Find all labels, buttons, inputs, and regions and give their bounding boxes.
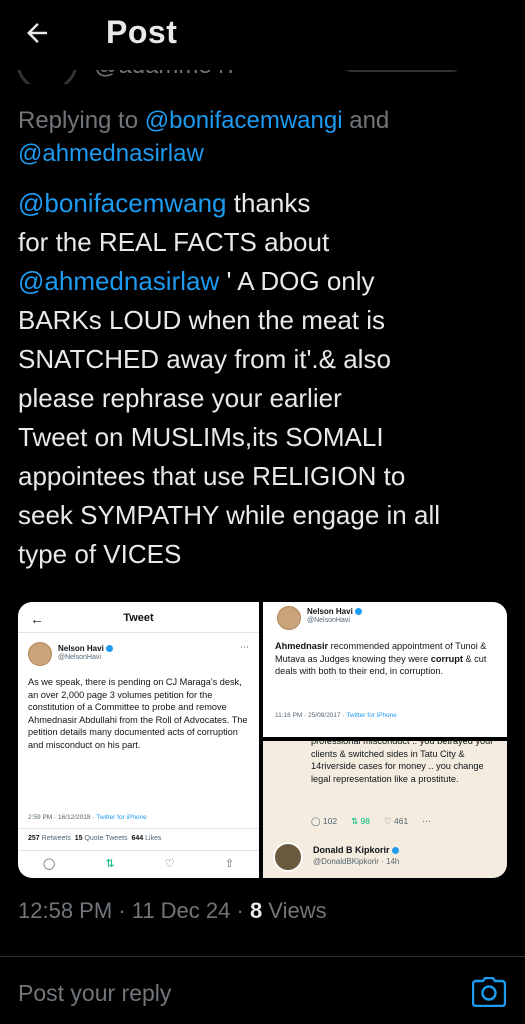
image-timestamp: 2:59 PM · 16/12/2018 · Twitter for iPhon… [28, 814, 147, 821]
like-icon: ♡ [164, 858, 175, 870]
tweet-text-part-2: ' A DOG only BARKs LOUD when the meat is… [18, 266, 440, 569]
replying-to: Replying to @bonifacemwangi and @ahmedna… [18, 104, 508, 170]
arrow-left-icon [27, 23, 47, 43]
tweet-mention-2[interactable]: @ahmednasirlaw [18, 266, 219, 296]
image-author-name: Nelson Havi [307, 607, 362, 616]
like-icon: ♡ 461 [384, 816, 409, 826]
media-image-3[interactable]: professional misconduct .. you betrayed … [263, 741, 507, 878]
image-author-name: Nelson Havi [58, 644, 113, 653]
replying-prefix: Replying to [18, 107, 139, 134]
image-author-handle: @NelsonHavi [307, 617, 350, 624]
reply-bar [0, 957, 525, 1024]
image-author-handle: @NelsonHavi [58, 654, 101, 661]
post-time: 12:58 PM · 11 Dec 24 · [18, 898, 250, 923]
share-icon: ⋯ [422, 816, 431, 826]
verified-icon [391, 847, 399, 855]
divider [18, 632, 259, 633]
replying-mention-1[interactable]: @bonifacemwangi [145, 107, 343, 134]
divider [18, 850, 259, 851]
image-author-name: Donald B Kipkorir [313, 845, 399, 855]
views-count[interactable]: 8 [250, 898, 262, 923]
replying-joiner: and [349, 107, 390, 134]
media-image-1[interactable]: ← Tweet Nelson Havi @NelsonHavi ⋯ As we … [18, 602, 259, 878]
page-title: Post [106, 14, 178, 50]
share-icon: ⇧ [224, 858, 234, 870]
post-timestamp: 12:58 PM · 11 Dec 24 · 8 Views [18, 898, 327, 924]
image-action-bar: ◯ ⇅ ♡ ⇧ [18, 857, 259, 870]
image-body: As we speak, there is pending on CJ Mara… [28, 677, 248, 750]
image-header: Tweet [123, 612, 154, 624]
divider [18, 828, 259, 829]
reply-input[interactable] [18, 977, 438, 1009]
image-action-bar: ◯ 102 ⇅ 98 ♡ 461 ⋯ [311, 816, 431, 827]
image-author-handle: @DonaldBKipkorir · 14h [313, 857, 400, 866]
media-image-2[interactable]: Nelson Havi @NelsonHavi Ahmednasir recom… [263, 602, 507, 737]
camera-button[interactable] [471, 976, 507, 1008]
back-button[interactable] [22, 18, 62, 52]
top-bar: Post [0, 0, 525, 70]
image-timestamp: 11:16 PM · 25/08/2017 · Twitter for iPho… [275, 712, 397, 719]
replying-mention-2[interactable]: @ahmednasirlaw [18, 140, 204, 167]
reply-icon: ◯ [43, 858, 56, 870]
image-body: Ahmednasir recommended appointment of Tu… [275, 641, 487, 676]
verified-icon [105, 645, 113, 653]
tweet-text: @bonifacemwang thanks for the REAL FACTS… [18, 184, 508, 574]
media-grid: ← Tweet Nelson Havi @NelsonHavi ⋯ As we … [18, 602, 507, 878]
verified-icon [354, 608, 362, 616]
views-label: Views [262, 898, 327, 923]
image-body: professional misconduct .. you betrayed … [311, 741, 494, 784]
avatar [277, 606, 301, 630]
avatar [28, 642, 52, 666]
avatar [273, 842, 303, 872]
retweet-icon: ⇅ 98 [351, 816, 371, 826]
image-stats: 257 Retweets 15 Quote Tweets 644 Likes [28, 835, 162, 842]
reply-icon: ◯ 102 [311, 816, 338, 826]
camera-icon [471, 976, 507, 1008]
tweet-mention-1[interactable]: @bonifacemwang [18, 188, 227, 218]
more-icon: ⋯ [240, 642, 249, 652]
retweet-icon: ⇅ [105, 858, 115, 870]
